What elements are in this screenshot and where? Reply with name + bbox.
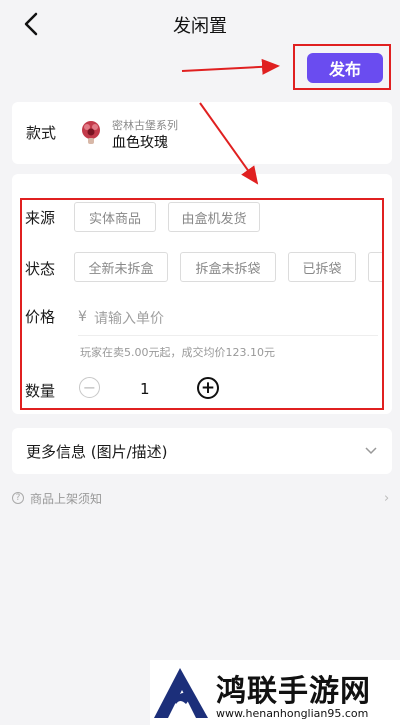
header: 发闲置 [0, 0, 400, 48]
condition-option-more[interactable] [368, 252, 382, 282]
currency-symbol: ¥ [78, 309, 87, 325]
publish-button[interactable]: 发布 [307, 53, 383, 83]
increase-quantity-icon[interactable]: + [197, 377, 219, 399]
help-icon: ? [12, 492, 24, 504]
style-card[interactable]: 款式 密林古堡系列 血色玫瑰 [12, 102, 392, 164]
more-info-row[interactable]: 更多信息 (图片/描述) [12, 428, 392, 474]
listing-notice-link[interactable]: 商品上架须知 [30, 490, 102, 507]
more-info-label: 更多信息 (图片/描述) [26, 443, 168, 461]
source-option-physical[interactable]: 实体商品 [74, 202, 156, 232]
watermark: 鸿联手游网 www.henanhonglian95.com [150, 660, 400, 725]
watermark-logo [154, 668, 208, 718]
style-name: 血色玫瑰 [112, 135, 168, 151]
decrease-quantity-icon[interactable]: − [79, 377, 100, 398]
condition-option-new-unopened[interactable]: 全新未拆盒 [74, 252, 168, 282]
condition-label: 状态 [25, 260, 56, 278]
chevron-right-icon[interactable]: › [384, 491, 389, 506]
quantity-label: 数量 [25, 382, 56, 400]
price-divider [78, 335, 378, 336]
price-input[interactable] [94, 308, 294, 330]
condition-option-box-opened[interactable]: 拆盒未拆袋 [180, 252, 276, 282]
rose-figure-thumbnail [82, 121, 100, 144]
price-hint: 玩家在卖5.00元起，成交均价123.10元 [80, 346, 275, 359]
chevron-down-icon [365, 447, 377, 455]
quantity-value: 1 [140, 380, 150, 398]
source-option-box-machine[interactable]: 由盒机发货 [168, 202, 260, 232]
style-series: 密林古堡系列 [112, 119, 178, 132]
price-label: 价格 [25, 308, 56, 326]
page-title: 发闲置 [173, 16, 227, 37]
watermark-url: www.henanhonglian95.com [216, 707, 369, 720]
style-label: 款式 [26, 124, 57, 142]
condition-option-bag-opened[interactable]: 已拆袋 [288, 252, 356, 282]
watermark-title: 鸿联手游网 [216, 674, 371, 709]
publish-highlight-box: 发布 [293, 44, 391, 90]
source-label: 来源 [25, 209, 56, 227]
